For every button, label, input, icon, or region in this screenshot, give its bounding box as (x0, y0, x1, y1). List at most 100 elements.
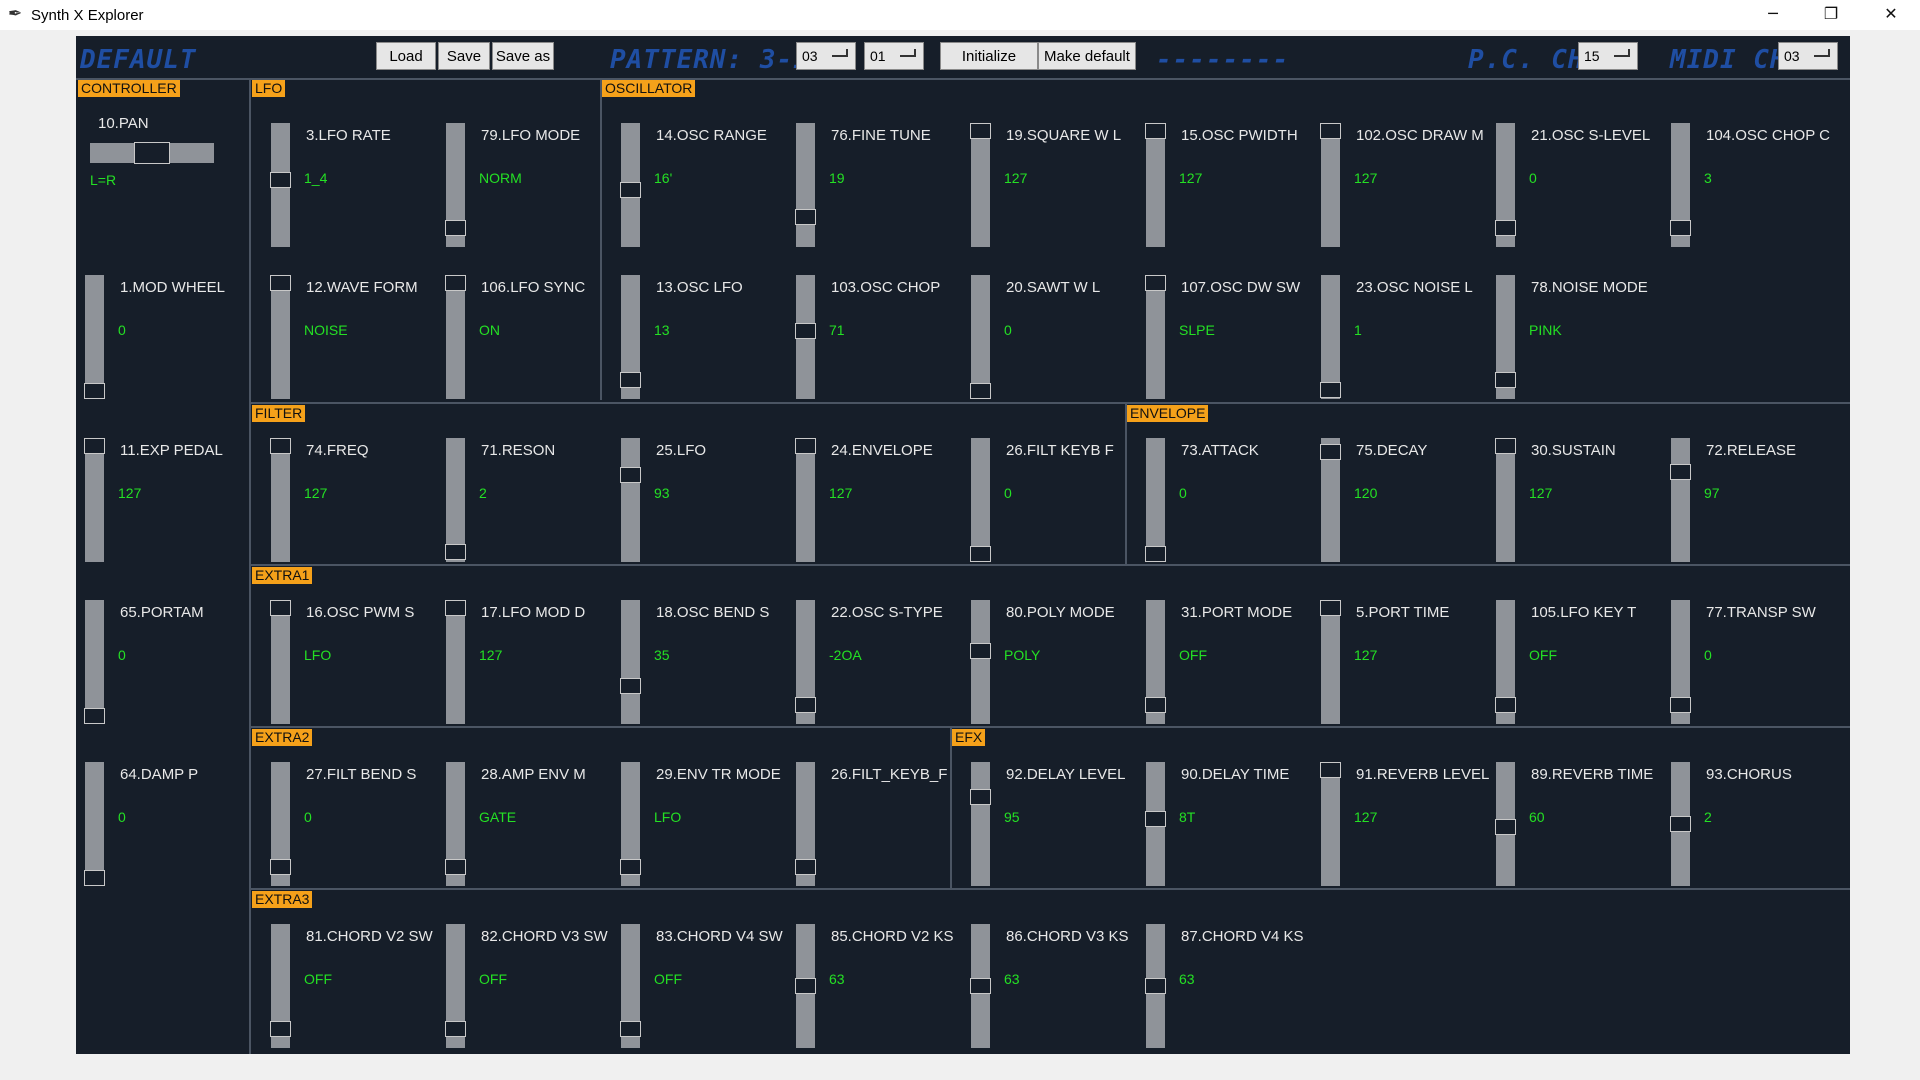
vertical-slider[interactable] (1670, 123, 1691, 247)
vertical-slider[interactable] (445, 438, 466, 562)
save-button[interactable]: Save (438, 42, 490, 70)
slider-thumb[interactable] (1320, 600, 1341, 616)
slider-thumb[interactable] (1495, 819, 1516, 835)
slider-thumb[interactable] (970, 546, 991, 562)
pan-slider[interactable] (90, 142, 214, 164)
vertical-slider[interactable] (970, 600, 991, 724)
slider-thumb[interactable] (84, 438, 105, 454)
slider-thumb[interactable] (1320, 382, 1341, 398)
slider-thumb[interactable] (1145, 697, 1166, 713)
slider-thumb[interactable] (1670, 816, 1691, 832)
slider-thumb[interactable] (1145, 546, 1166, 562)
vertical-slider[interactable] (1495, 275, 1516, 399)
slider-thumb[interactable] (620, 372, 641, 388)
vertical-slider[interactable] (1145, 600, 1166, 724)
slider-thumb[interactable] (84, 708, 105, 724)
slider-thumb[interactable] (1495, 438, 1516, 454)
vertical-slider[interactable] (795, 600, 816, 724)
pan-slider-thumb[interactable] (134, 142, 170, 164)
vertical-slider[interactable] (1670, 438, 1691, 562)
vertical-slider[interactable] (270, 924, 291, 1048)
slider-thumb[interactable] (1495, 220, 1516, 236)
vertical-slider[interactable] (84, 762, 105, 886)
vertical-slider[interactable] (970, 275, 991, 399)
slider-thumb[interactable] (445, 220, 466, 236)
slider-thumb[interactable] (1145, 978, 1166, 994)
slider-thumb[interactable] (795, 978, 816, 994)
vertical-slider[interactable] (1670, 600, 1691, 724)
vertical-slider[interactable] (1145, 275, 1166, 399)
vertical-slider[interactable] (1320, 600, 1341, 724)
slider-thumb[interactable] (620, 467, 641, 483)
vertical-slider[interactable] (1320, 438, 1341, 562)
slider-thumb[interactable] (1670, 220, 1691, 236)
vertical-slider[interactable] (445, 123, 466, 247)
vertical-slider[interactable] (445, 600, 466, 724)
make-default-button[interactable]: Make default (1038, 42, 1136, 70)
vertical-slider[interactable] (445, 762, 466, 886)
slider-thumb[interactable] (970, 978, 991, 994)
save-as-button[interactable]: Save as (492, 42, 554, 70)
vertical-slider[interactable] (84, 438, 105, 562)
slider-thumb[interactable] (84, 383, 105, 399)
vertical-slider[interactable] (970, 924, 991, 1048)
vertical-slider[interactable] (1320, 123, 1341, 247)
vertical-slider[interactable] (620, 762, 641, 886)
slider-thumb[interactable] (970, 123, 991, 139)
vertical-slider[interactable] (1670, 762, 1691, 886)
slider-thumb[interactable] (1320, 444, 1341, 460)
vertical-slider[interactable] (620, 123, 641, 247)
vertical-slider[interactable] (1495, 123, 1516, 247)
vertical-slider[interactable] (1495, 762, 1516, 886)
slider-thumb[interactable] (270, 275, 291, 291)
midi-channel-select[interactable]: 03 (1778, 42, 1838, 70)
pattern-bank-select[interactable]: 03 (796, 42, 856, 70)
vertical-slider[interactable] (795, 275, 816, 399)
slider-thumb[interactable] (1670, 697, 1691, 713)
vertical-slider[interactable] (620, 275, 641, 399)
slider-thumb[interactable] (270, 172, 291, 188)
vertical-slider[interactable] (1320, 762, 1341, 886)
slider-thumb[interactable] (795, 438, 816, 454)
vertical-slider[interactable] (795, 123, 816, 247)
vertical-slider[interactable] (84, 275, 105, 399)
slider-thumb[interactable] (795, 859, 816, 875)
vertical-slider[interactable] (445, 275, 466, 399)
vertical-slider[interactable] (795, 438, 816, 562)
slider-thumb[interactable] (620, 859, 641, 875)
close-icon[interactable]: ✕ (1862, 0, 1920, 30)
vertical-slider[interactable] (1495, 600, 1516, 724)
slider-thumb[interactable] (970, 383, 991, 399)
vertical-slider[interactable] (1145, 762, 1166, 886)
vertical-slider[interactable] (270, 762, 291, 886)
slider-thumb[interactable] (1670, 464, 1691, 480)
slider-thumb[interactable] (795, 323, 816, 339)
slider-thumb[interactable] (1145, 811, 1166, 827)
minimize-icon[interactable]: ─ (1744, 0, 1802, 30)
vertical-slider[interactable] (795, 762, 816, 886)
vertical-slider[interactable] (1320, 275, 1341, 399)
slider-thumb[interactable] (620, 182, 641, 198)
vertical-slider[interactable] (1145, 123, 1166, 247)
slider-thumb[interactable] (1320, 123, 1341, 139)
slider-thumb[interactable] (445, 859, 466, 875)
vertical-slider[interactable] (970, 762, 991, 886)
vertical-slider[interactable] (270, 275, 291, 399)
load-button[interactable]: Load (376, 42, 436, 70)
slider-thumb[interactable] (270, 438, 291, 454)
vertical-slider[interactable] (445, 924, 466, 1048)
slider-thumb[interactable] (270, 600, 291, 616)
vertical-slider[interactable] (270, 600, 291, 724)
slider-thumb[interactable] (270, 1021, 291, 1037)
pattern-number-select[interactable]: 01 (864, 42, 924, 70)
vertical-slider[interactable] (84, 600, 105, 724)
slider-thumb[interactable] (1145, 275, 1166, 291)
vertical-slider[interactable] (270, 438, 291, 562)
slider-thumb[interactable] (1320, 762, 1341, 778)
slider-thumb[interactable] (445, 600, 466, 616)
slider-thumb[interactable] (620, 678, 641, 694)
vertical-slider[interactable] (970, 123, 991, 247)
vertical-slider[interactable] (970, 438, 991, 562)
slider-thumb[interactable] (270, 859, 291, 875)
slider-thumb[interactable] (795, 697, 816, 713)
